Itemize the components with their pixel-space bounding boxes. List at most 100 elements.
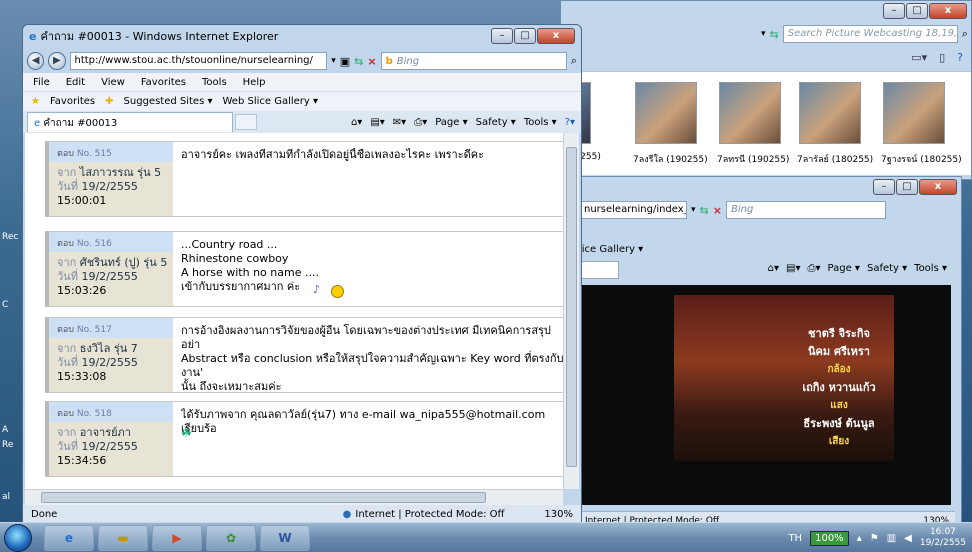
post-number[interactable]: No. 515 xyxy=(77,149,112,159)
show-hidden-icons[interactable]: ▴ xyxy=(857,533,862,544)
minimize-button[interactable]: – xyxy=(873,179,895,195)
help-icon[interactable]: ? xyxy=(957,51,963,64)
close-button[interactable]: x xyxy=(929,3,967,19)
music-note-icon: ♪ xyxy=(313,283,321,296)
vertical-scrollbar[interactable] xyxy=(563,133,579,489)
post-author: ศัชรินทร์ (ปู) รุ่น 5 xyxy=(79,256,168,269)
explorer-taskbar-button[interactable]: ▬ xyxy=(98,525,148,551)
address-bar[interactable]: nurselearning/index_18 xyxy=(579,201,687,219)
tools-menu[interactable]: Tools ▾ xyxy=(524,117,557,128)
close-button[interactable]: x xyxy=(919,179,957,195)
menu-tools[interactable]: Tools xyxy=(202,77,227,88)
photo-thumbnail[interactable] xyxy=(719,82,781,144)
dropdown-arrow-icon[interactable]: ▾ xyxy=(331,56,336,66)
stop-icon[interactable]: × xyxy=(713,204,722,217)
add-favorite-icon[interactable]: ✚ xyxy=(105,96,113,107)
post-number[interactable]: No. 516 xyxy=(77,239,112,249)
print-icon[interactable]: ⎙▾ xyxy=(808,263,821,274)
desktop-label-re: Re xyxy=(2,440,14,450)
menu-edit[interactable]: Edit xyxy=(66,77,85,88)
network-icon[interactable]: ▥ xyxy=(887,533,896,544)
dropdown-arrow-icon[interactable]: ▾ xyxy=(691,205,696,215)
language-indicator[interactable]: TH xyxy=(788,533,802,544)
bing-search-input[interactable]: b Bing xyxy=(380,52,567,70)
close-button[interactable]: x xyxy=(537,28,575,44)
web-slice-gallery-link[interactable]: Web Slice Gallery ▾ xyxy=(222,96,318,107)
photo-thumbnail[interactable] xyxy=(799,82,861,144)
video-player[interactable]: ชาตรี จิระกิจ นิคม ศรีเหรา กล้อง เถกิง ห… xyxy=(579,285,951,505)
back-button[interactable]: ◀ xyxy=(27,52,45,70)
maximize-button[interactable]: □ xyxy=(514,28,536,44)
battery-indicator[interactable]: 100% xyxy=(810,530,849,546)
photo-thumbnail[interactable] xyxy=(635,82,697,144)
word-taskbar-button[interactable]: W xyxy=(260,525,310,551)
flag-icon[interactable]: ⚑ xyxy=(870,533,879,544)
media-player-taskbar-button[interactable]: ▶ xyxy=(152,525,202,551)
status-text: Done xyxy=(31,508,58,520)
question-browser-window[interactable]: e คำถาม #00013 - Windows Internet Explor… xyxy=(22,24,582,524)
forward-button[interactable]: ▶ xyxy=(48,52,66,70)
volume-icon[interactable]: ◀ xyxy=(904,533,912,544)
start-button[interactable] xyxy=(4,524,32,552)
browser-tab[interactable] xyxy=(579,261,619,279)
address-bar[interactable]: http://www.stou.ac.th/stouonline/nursele… xyxy=(69,52,328,70)
compat-icon[interactable]: ▣ xyxy=(340,55,350,68)
safety-menu[interactable]: Safety ▾ xyxy=(476,117,516,128)
maximize-button[interactable]: □ xyxy=(896,179,918,195)
stop-icon[interactable]: × xyxy=(367,55,376,68)
new-tab-button[interactable] xyxy=(235,114,257,130)
feeds-icon[interactable]: ▤▾ xyxy=(786,263,800,274)
view-menu-icon[interactable]: ▭▾ xyxy=(911,51,927,64)
zoom-level[interactable]: 130% xyxy=(544,509,573,520)
post-number[interactable]: No. 517 xyxy=(77,325,112,335)
active-tab[interactable]: e คำถาม #00013 xyxy=(27,112,233,132)
search-icon[interactable]: ⌕ xyxy=(962,27,968,41)
favorites-button[interactable]: Favorites xyxy=(50,96,95,107)
picture-gallery-window[interactable]: – □ x ▾ ⇆ Search Picture Webcasting 18,1… xyxy=(560,0,972,180)
scroll-thumb[interactable] xyxy=(41,492,486,503)
messenger-taskbar-button[interactable]: ✿ xyxy=(206,525,256,551)
gallery-titlebar[interactable]: – □ x xyxy=(561,1,971,21)
security-zone-status[interactable]: ● Internet | Protected Mode: Off xyxy=(343,509,505,520)
menu-file[interactable]: File xyxy=(33,77,50,88)
search-icon[interactable]: ⌕ xyxy=(571,54,577,68)
from-label: จาก xyxy=(57,342,77,355)
menu-view[interactable]: View xyxy=(101,77,125,88)
minimize-button[interactable]: – xyxy=(883,3,905,19)
maximize-button[interactable]: □ xyxy=(906,3,928,19)
page-menu[interactable]: Page ▾ xyxy=(435,117,467,128)
horizontal-scrollbar[interactable] xyxy=(25,489,563,505)
home-icon[interactable]: ⌂▾ xyxy=(768,263,779,274)
post-meta: จาก ศัชรินทร์ (ปู) รุ่น 5 วันที่ 19/2/25… xyxy=(57,256,167,298)
post-number[interactable]: No. 518 xyxy=(77,409,112,419)
photo-thumbnail[interactable] xyxy=(883,82,945,144)
page-menu[interactable]: Page ▾ xyxy=(828,263,860,274)
print-icon[interactable]: ⎙▾ xyxy=(414,117,427,128)
minimize-button[interactable]: – xyxy=(491,28,513,44)
thumb-caption: 7ฐางรจน์ (180255) xyxy=(881,155,962,165)
refresh-icon[interactable]: ⇆ xyxy=(770,28,779,41)
menu-help[interactable]: Help xyxy=(243,77,266,88)
bing-search-input[interactable]: Bing xyxy=(725,201,886,219)
suggested-sites-link[interactable]: Suggested Sites ▾ xyxy=(124,96,213,107)
feeds-icon[interactable]: ▤▾ xyxy=(370,117,384,128)
ie-taskbar-button[interactable]: e xyxy=(44,525,94,551)
help-icon[interactable]: ?▾ xyxy=(565,117,575,128)
scroll-thumb[interactable] xyxy=(566,147,577,467)
post-date: 19/2/2555 xyxy=(81,440,138,453)
home-icon[interactable]: ⌂▾ xyxy=(351,117,362,128)
safety-menu[interactable]: Safety ▾ xyxy=(867,263,907,274)
menu-favorites[interactable]: Favorites xyxy=(141,77,186,88)
mail-icon[interactable]: ✉▾ xyxy=(393,117,406,128)
web-slice-gallery[interactable]: lice Gallery ▾ xyxy=(579,244,643,255)
dropdown-arrow-icon[interactable]: ▾ xyxy=(761,29,766,39)
tools-menu[interactable]: Tools ▾ xyxy=(914,263,947,274)
refresh-icon[interactable]: ⇆ xyxy=(700,204,709,217)
gallery-search-input[interactable]: Search Picture Webcasting 18,19,25_0... xyxy=(782,25,958,43)
favorites-star-icon[interactable]: ★ xyxy=(31,96,40,107)
preview-pane-icon[interactable]: ▯ xyxy=(939,51,945,64)
credit-line: นิคม ศรีเหรา xyxy=(808,345,870,358)
video-browser-window[interactable]: – □ x nurselearning/index_18 ▾ ⇆ × Bing … xyxy=(560,176,962,532)
refresh-icon[interactable]: ⇆ xyxy=(354,55,363,68)
clock[interactable]: 16:07 19/2/2555 xyxy=(920,527,966,549)
